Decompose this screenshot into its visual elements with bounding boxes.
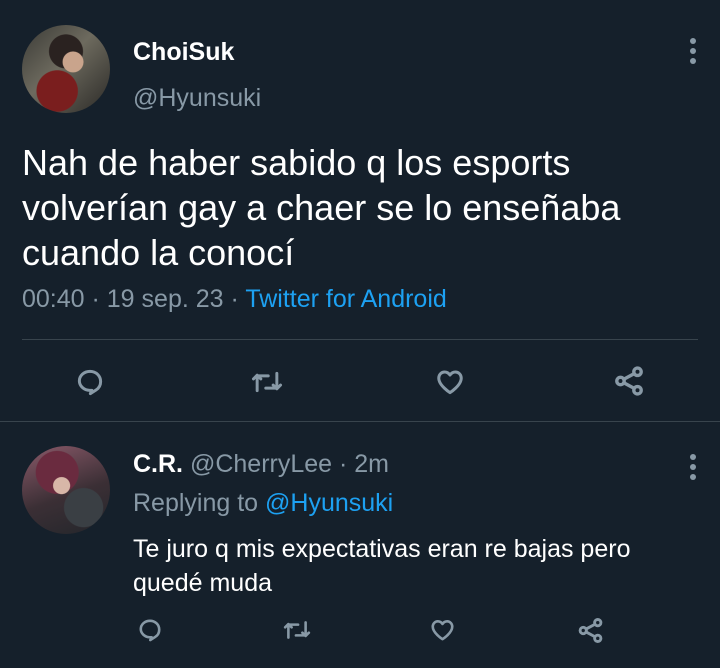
- heart-icon[interactable]: [426, 614, 458, 646]
- meta-separator: ·: [84, 285, 107, 313]
- tweet-meta: 00:40 · 19 sep. 23 · Twitter for Android: [22, 285, 447, 314]
- heart-icon[interactable]: [432, 364, 468, 400]
- meta-separator: ·: [223, 285, 246, 313]
- retweet-icon[interactable]: [280, 614, 314, 646]
- share-icon[interactable]: [610, 362, 648, 400]
- tweet-date: 19 sep. 23: [106, 285, 224, 313]
- more-vertical-icon[interactable]: [688, 38, 698, 64]
- reply-text: Te juro q mis expectativas eran re bajas…: [133, 535, 631, 597]
- reply-author-avatar[interactable]: [22, 446, 110, 534]
- divider: [0, 421, 720, 422]
- reply-bubble-icon[interactable]: [134, 614, 166, 646]
- reply-author-name[interactable]: C.R.: [133, 450, 183, 478]
- author-handle[interactable]: @Hyunsuki: [133, 84, 261, 113]
- divider: [22, 339, 698, 340]
- replying-to-label: Replying to: [133, 489, 266, 517]
- tweet-text: Nah de haber sabido q los esports volver…: [22, 142, 621, 273]
- reply-age: 2m: [354, 450, 390, 478]
- reply-bubble-icon[interactable]: [72, 364, 108, 400]
- more-vertical-icon[interactable]: [688, 454, 698, 480]
- author-name[interactable]: ChoiSuk: [133, 38, 234, 67]
- meta-separator: ·: [332, 450, 355, 478]
- replying-to: Replying to @Hyunsuki: [133, 489, 393, 518]
- retweet-icon[interactable]: [248, 364, 286, 400]
- tweet-source-link[interactable]: Twitter for Android: [245, 285, 446, 313]
- author-avatar[interactable]: [22, 25, 110, 113]
- share-icon[interactable]: [573, 613, 607, 647]
- tweet-time: 00:40: [22, 285, 85, 313]
- reply-header: C.R. @CherryLee · 2m: [133, 450, 389, 479]
- reply-author-handle[interactable]: @CherryLee: [190, 450, 332, 478]
- replying-to-handle[interactable]: @Hyunsuki: [265, 489, 393, 517]
